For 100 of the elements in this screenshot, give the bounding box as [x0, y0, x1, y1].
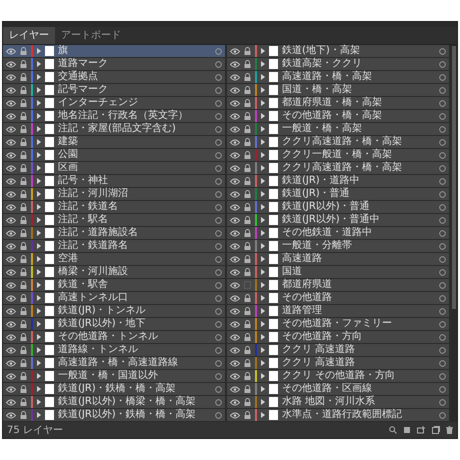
expand-triangle-icon[interactable]	[261, 61, 265, 67]
lock-icon[interactable]	[20, 346, 27, 354]
eye-icon[interactable]	[6, 256, 16, 262]
target-circle-icon[interactable]	[439, 178, 446, 184]
layer-row[interactable]: ククリ高速道路・橋・高架	[227, 136, 449, 149]
target-circle-icon[interactable]	[439, 190, 446, 198]
expand-triangle-icon[interactable]	[261, 178, 265, 184]
lock-icon[interactable]	[20, 47, 27, 55]
expand-triangle-icon[interactable]	[37, 191, 41, 197]
layer-row[interactable]: その他道路・橋・高架	[227, 110, 449, 123]
lock-icon[interactable]	[20, 333, 27, 341]
eye-icon[interactable]	[6, 60, 16, 68]
layer-row[interactable]: 注記・道路施設名	[3, 227, 225, 240]
clipping-mask-icon[interactable]	[403, 426, 411, 434]
target-circle-icon[interactable]	[439, 242, 446, 250]
lock-icon[interactable]	[244, 294, 251, 302]
eye-icon[interactable]	[230, 398, 240, 406]
lock-icon[interactable]	[244, 216, 251, 224]
expand-triangle-icon[interactable]	[37, 217, 41, 223]
expand-triangle-icon[interactable]	[261, 360, 265, 366]
target-circle-icon[interactable]	[439, 294, 446, 302]
eye-icon[interactable]	[230, 308, 240, 314]
target-circle-icon[interactable]	[215, 360, 222, 366]
target-circle-icon[interactable]	[439, 112, 446, 120]
eye-icon[interactable]	[6, 268, 16, 276]
eye-icon[interactable]	[6, 126, 16, 132]
layer-row[interactable]: ククリ高速道路・橋・高架	[227, 162, 449, 175]
eye-icon[interactable]	[6, 86, 16, 94]
layer-row[interactable]: 一般道・分離帯	[227, 240, 449, 253]
expand-triangle-icon[interactable]	[37, 373, 41, 379]
lock-icon[interactable]	[244, 268, 251, 276]
eye-icon[interactable]	[6, 398, 16, 406]
lock-icon[interactable]	[20, 411, 27, 419]
expand-triangle-icon[interactable]	[37, 139, 41, 145]
layer-row[interactable]: 道路線・トンネル	[3, 344, 225, 357]
layer-row[interactable]: 鉄道(JR以外)・普通中	[227, 214, 449, 227]
layer-row[interactable]: 鉄道(JR)・道路中	[227, 175, 449, 188]
expand-triangle-icon[interactable]	[37, 321, 41, 327]
expand-triangle-icon[interactable]	[261, 74, 265, 80]
target-circle-icon[interactable]	[215, 308, 222, 314]
expand-triangle-icon[interactable]	[261, 139, 265, 145]
eye-icon[interactable]	[6, 320, 16, 328]
expand-triangle-icon[interactable]	[37, 412, 41, 418]
expand-triangle-icon[interactable]	[37, 61, 41, 67]
lock-icon[interactable]	[244, 372, 251, 380]
target-circle-icon[interactable]	[215, 372, 222, 380]
lock-icon[interactable]	[20, 190, 27, 198]
eye-icon[interactable]	[230, 268, 240, 276]
expand-triangle-icon[interactable]	[261, 308, 265, 314]
eye-icon[interactable]	[230, 230, 240, 236]
eye-icon[interactable]	[230, 346, 240, 354]
lock-icon[interactable]	[20, 151, 27, 159]
lock-icon[interactable]	[244, 398, 251, 406]
expand-triangle-icon[interactable]	[261, 321, 265, 327]
layer-row[interactable]: 鉄道(JR)・鉄橋・橋・高架	[3, 383, 225, 396]
expand-triangle-icon[interactable]	[37, 334, 41, 340]
lock-icon[interactable]	[20, 242, 27, 250]
layer-row[interactable]: 鉄道・駅舎	[3, 279, 225, 292]
expand-triangle-icon[interactable]	[261, 204, 265, 210]
target-circle-icon[interactable]	[215, 190, 222, 198]
lock-icon[interactable]	[244, 242, 251, 250]
layer-row[interactable]: 記号マーク	[3, 84, 225, 97]
lock-icon[interactable]	[20, 320, 27, 328]
layer-row[interactable]: 道路マーク	[3, 58, 225, 71]
lock-icon[interactable]	[244, 359, 251, 367]
expand-triangle-icon[interactable]	[261, 256, 265, 262]
expand-triangle-icon[interactable]	[261, 295, 265, 301]
layer-row[interactable]: ククリ その他道路・方向	[227, 370, 449, 383]
lock-icon[interactable]	[244, 307, 251, 315]
lock-icon[interactable]	[244, 411, 251, 419]
layer-row[interactable]: 旗	[3, 45, 225, 58]
lock-icon[interactable]	[20, 99, 27, 107]
eye-icon[interactable]	[6, 152, 16, 158]
layer-row[interactable]: 一般道・橋・国道以外	[3, 370, 225, 383]
target-circle-icon[interactable]	[439, 360, 446, 366]
target-circle-icon[interactable]	[439, 216, 446, 224]
expand-triangle-icon[interactable]	[261, 87, 265, 93]
target-circle-icon[interactable]	[215, 86, 222, 94]
target-circle-icon[interactable]	[439, 164, 446, 172]
target-circle-icon[interactable]	[215, 242, 222, 250]
target-circle-icon[interactable]	[439, 268, 446, 276]
expand-triangle-icon[interactable]	[37, 100, 41, 106]
expand-triangle-icon[interactable]	[37, 308, 41, 314]
target-circle-icon[interactable]	[215, 346, 222, 354]
target-circle-icon[interactable]	[439, 204, 446, 210]
expand-triangle-icon[interactable]	[261, 282, 265, 288]
lock-icon[interactable]	[244, 125, 251, 133]
new-sublayer-icon[interactable]	[417, 426, 426, 434]
target-circle-icon[interactable]	[439, 412, 446, 418]
expand-triangle-icon[interactable]	[37, 87, 41, 93]
search-icon[interactable]	[389, 426, 397, 434]
panel-tab[interactable]: レイヤー	[3, 27, 55, 44]
eye-icon[interactable]	[6, 178, 16, 184]
target-circle-icon[interactable]	[215, 230, 222, 236]
eye-icon[interactable]	[6, 308, 16, 314]
lock-icon[interactable]	[20, 268, 27, 276]
lock-icon[interactable]	[244, 177, 251, 185]
lock-icon[interactable]	[244, 151, 251, 159]
lock-icon[interactable]	[244, 333, 251, 341]
expand-triangle-icon[interactable]	[261, 399, 265, 405]
